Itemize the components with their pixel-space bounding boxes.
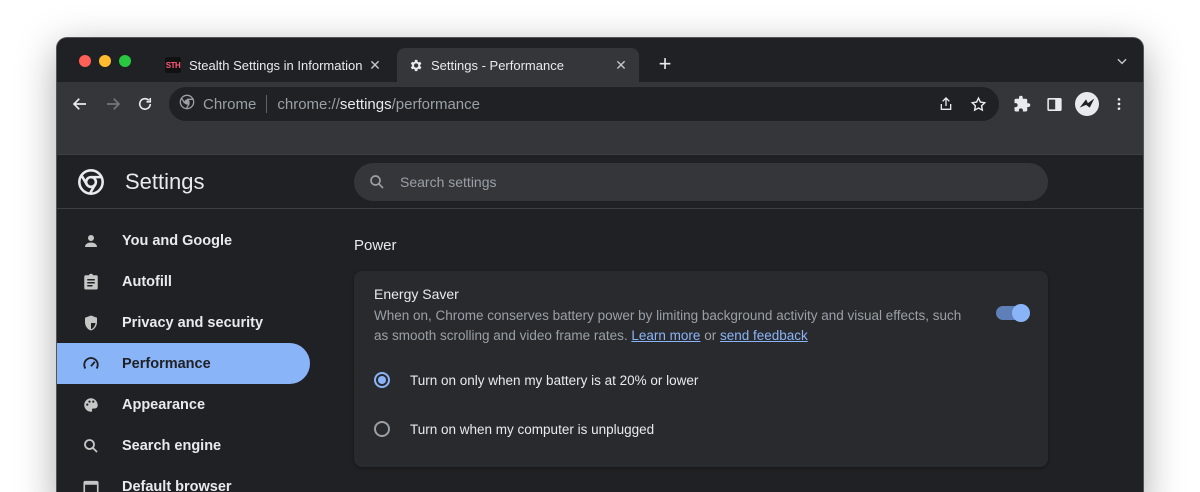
side-panel-icon[interactable] [1040, 90, 1068, 118]
sth-favicon-icon: STH [165, 57, 181, 73]
gear-icon [407, 57, 423, 73]
close-window-button[interactable] [79, 55, 91, 67]
browser-icon [81, 478, 101, 492]
url-path: /performance [391, 95, 480, 113]
bookmark-star-icon[interactable] [967, 93, 989, 115]
settings-main: Power Energy Saver When on, Chrome conse… [354, 220, 1048, 467]
clipboard-icon [81, 273, 101, 291]
learn-more-link[interactable]: Learn more [631, 328, 700, 343]
tab-stealth-settings[interactable]: STH Stealth Settings in Information ✕ [155, 48, 393, 82]
sidebar-item-label: Appearance [122, 396, 206, 413]
section-title: Power [354, 237, 397, 254]
browser-window: STH Stealth Settings in Information ✕ Se… [57, 38, 1143, 492]
site-label: Chrome [203, 95, 257, 113]
omnibox-divider [266, 95, 268, 113]
settings-search-box[interactable] [354, 163, 1048, 201]
sidebar-item-label: Performance [122, 355, 211, 372]
radio-label: Turn on when my computer is unplugged [410, 421, 655, 437]
tab-title: Settings - Performance [431, 57, 564, 73]
sidebar-item-performance[interactable]: Performance [57, 343, 310, 384]
url-scheme: chrome:// [277, 95, 340, 113]
search-input[interactable] [400, 174, 1000, 190]
chrome-logo-icon [77, 168, 105, 196]
sidebar-item-default-browser[interactable]: Default browser [57, 466, 317, 492]
settings-page: Settings You and Google Autofill [57, 154, 1143, 492]
or-text: or [704, 328, 717, 343]
sidebar-item-privacy-and-security[interactable]: Privacy and security [57, 302, 317, 343]
sidebar-item-label: Default browser [122, 478, 232, 492]
settings-sidebar: You and Google Autofill Privacy and secu… [57, 220, 317, 492]
radio-label: Turn on only when my battery is at 20% o… [410, 372, 699, 388]
search-icon [368, 173, 386, 191]
palette-icon [81, 396, 101, 414]
tab-strip: STH Stealth Settings in Information ✕ Se… [57, 38, 1143, 82]
avatar-icon [1075, 92, 1099, 116]
radio-button-unchecked[interactable] [374, 421, 390, 437]
toolbar: Chrome chrome://settings/performance [57, 82, 1143, 154]
tab-close-icon[interactable]: ✕ [609, 57, 633, 74]
more-menu-icon[interactable] [1105, 90, 1133, 118]
address-bar[interactable]: Chrome chrome://settings/performance [169, 87, 999, 121]
forward-arrow-icon[interactable] [99, 90, 127, 118]
tab-search-chevron-icon[interactable] [1115, 54, 1129, 73]
chrome-site-chip[interactable]: Chrome [179, 94, 256, 114]
energy-saver-toggle[interactable] [996, 304, 1030, 322]
sidebar-item-label: Search engine [122, 437, 222, 454]
new-tab-button[interactable]: + [651, 50, 679, 78]
radio-option-unplugged[interactable]: Turn on when my computer is unplugged [374, 421, 654, 437]
toggle-knob [1012, 304, 1030, 322]
search-icon [81, 437, 101, 455]
share-icon[interactable] [935, 93, 957, 115]
tab-close-icon[interactable]: ✕ [363, 57, 387, 74]
shield-icon [81, 314, 101, 332]
energy-saver-title: Energy Saver [374, 286, 459, 302]
radio-option-battery-20[interactable]: Turn on only when my battery is at 20% o… [374, 372, 698, 388]
sidebar-item-appearance[interactable]: Appearance [57, 384, 317, 425]
send-feedback-link[interactable]: send feedback [720, 328, 808, 343]
reload-icon[interactable] [131, 90, 159, 118]
energy-saver-card: Energy Saver When on, Chrome conserves b… [354, 271, 1048, 467]
tab-settings-performance[interactable]: Settings - Performance ✕ [397, 48, 639, 82]
sidebar-item-autofill[interactable]: Autofill [57, 261, 317, 302]
settings-header: Settings [57, 154, 1143, 209]
tab-title: Stealth Settings in Information [189, 57, 363, 73]
minimize-window-button[interactable] [99, 55, 111, 67]
person-icon [81, 232, 101, 250]
sidebar-item-search-engine[interactable]: Search engine [57, 425, 317, 466]
sidebar-item-label: You and Google [122, 232, 233, 249]
radio-button-checked[interactable] [374, 372, 390, 388]
energy-saver-description: When on, Chrome conserves battery power … [374, 306, 974, 346]
url-host: settings [339, 95, 392, 113]
maximize-window-button[interactable] [119, 55, 131, 67]
sidebar-item-you-and-google[interactable]: You and Google [57, 220, 317, 261]
chrome-logo-icon [179, 94, 195, 114]
sidebar-item-label: Autofill [122, 273, 172, 290]
sidebar-item-label: Privacy and security [122, 314, 264, 331]
page-title: Settings [125, 169, 205, 194]
back-arrow-icon[interactable] [66, 90, 94, 118]
speedometer-icon [81, 355, 101, 373]
url-text[interactable]: chrome://settings/performance [277, 96, 480, 113]
profile-avatar[interactable] [1073, 90, 1101, 118]
extensions-puzzle-icon[interactable] [1008, 90, 1036, 118]
